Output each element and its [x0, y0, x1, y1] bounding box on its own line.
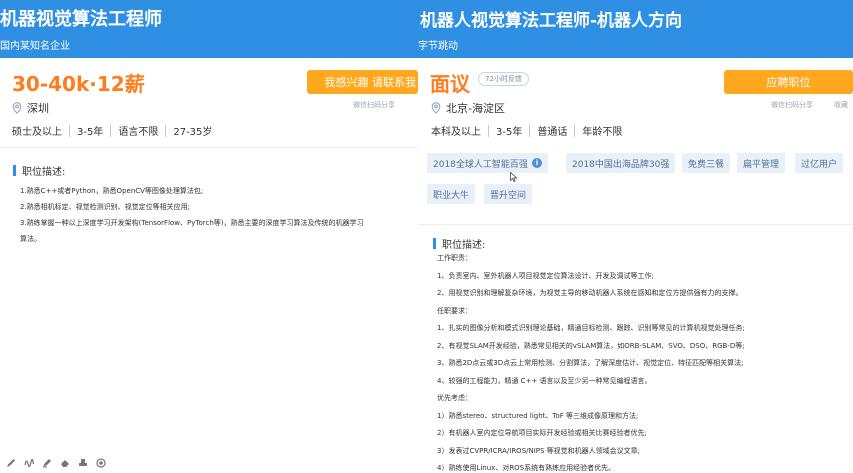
company-name[interactable]: 字节跳动 [418, 37, 458, 52]
annotation-toolbar [6, 458, 106, 468]
divider [0, 147, 418, 148]
tag-label: 职业大牛 [433, 190, 470, 201]
requirement-experience: 3-5年 [496, 127, 523, 138]
section-title-text: 职位描述: [22, 167, 66, 178]
description-line: 4、较强的工程能力，精通 C++ 语言以及至少另一种常见编程语言。 [437, 376, 652, 385]
job-requirements: 硕士及以上 3-5年 语言不限 27-35岁 [12, 123, 212, 138]
squiggle-icon[interactable] [24, 458, 34, 468]
left-job-panel: 机器视觉算法工程师 国内某知名企业 30-40k·12薪 我感兴趣 请联系我 微… [0, 0, 418, 473]
job-title: 机器视觉算法工程师 [0, 9, 162, 30]
map-pin-icon [431, 102, 441, 114]
tag-label: 免费三餐 [688, 159, 725, 170]
wechat-share-link[interactable]: 微信扫码分享 [771, 100, 813, 110]
requirement-language: 普通话 [537, 127, 568, 138]
location-text: 深圳 [27, 102, 49, 115]
tag-item[interactable]: 晋升空间 [484, 184, 533, 204]
separator [574, 124, 576, 137]
wechat-share-link[interactable]: 微信扫码分享 [353, 100, 395, 110]
separator [529, 124, 531, 137]
description-line: 优先考虑： [437, 394, 472, 402]
reply-time-badge: 72小时反馈 [478, 72, 529, 86]
tag-label: 扁平管理 [743, 159, 780, 170]
tag-label: 过亿用户 [801, 159, 838, 170]
screen: 机器视觉算法工程师 国内某知名企业 30-40k·12薪 我感兴趣 请联系我 微… [0, 0, 853, 473]
tag-item[interactable]: 2018中国出海品牌30强 [566, 153, 676, 173]
requirement-experience: 3-5年 [77, 127, 104, 138]
company-name[interactable]: 国内某知名企业 [0, 37, 70, 52]
record-icon[interactable] [96, 458, 106, 468]
requirement-education: 本科及以上 [431, 127, 481, 138]
requirement-language: 语言不限 [118, 127, 159, 138]
job-body [0, 58, 418, 473]
interest-button[interactable]: 我感兴趣 请联系我 [307, 70, 418, 94]
mouse-cursor-icon [510, 172, 518, 182]
description-line: 4）熟练使用Linux、对ROS系统有熟练应用经验者优先。 [437, 464, 616, 472]
requirement-age: 年龄不限 [582, 127, 623, 138]
section-title: 职位描述: [13, 163, 65, 178]
eraser-icon[interactable] [60, 458, 70, 468]
job-location: 深圳 [12, 100, 49, 116]
job-description: 工作职责： 1、负责室内、室外机器人项目视觉定位算法设计、开发及调试等工作; 2… [437, 250, 853, 473]
description-line: 2、有视觉SLAM开发经验，熟悉常见相关的vSLAM算法，如ORB-SLAM、S… [437, 341, 745, 350]
description-line: 算法。 [20, 235, 41, 243]
description-line: 2）有机器人室内定位导航项目实际开发经验或相关比赛经验者优先; [437, 429, 647, 437]
description-line: 工作职责： [437, 254, 472, 262]
separator [488, 124, 489, 137]
tag-label: 晋升空间 [490, 190, 527, 201]
tag-label: 2018中国出海品牌30强 [572, 159, 670, 170]
section-accent-bar [13, 165, 16, 176]
job-location: 北京-海淀区 [431, 100, 505, 116]
description-line: 1、负责室内、室外机器人项目视觉定位算法设计、开发及调试等工作; [437, 271, 654, 280]
description-line: 3、熟悉2D点云或3D点云上常用检测、分割算法，了解深度估计、视觉定位、特征匹配… [437, 359, 744, 367]
description-line: 1）熟悉stereo、structured light、ToF 等三维成像原理和… [437, 411, 639, 420]
requirement-age: 27-35岁 [173, 127, 213, 138]
separator [165, 124, 167, 137]
divider [418, 224, 853, 225]
job-description: 1.熟悉C++或者Python，熟悉OpenCV等图像处理算法包; 2.熟悉相机… [20, 183, 418, 247]
requirement-education: 硕士及以上 [12, 127, 62, 138]
description-line: 1.熟悉C++或者Python，熟悉OpenCV等图像处理算法包; [20, 187, 204, 195]
description-line: 2、用视觉识别和理解复杂环境，为视觉主导的移动机器人系统在感知和定位方提供强有力… [437, 289, 743, 297]
tag-item[interactable]: 过亿用户 [795, 153, 844, 173]
favorite-link[interactable]: 收藏 [834, 100, 848, 110]
job-requirements: 本科及以上 3-5年 普通话 年龄不限 [431, 123, 622, 138]
section-title-text: 职位描述: [442, 240, 486, 251]
tag-item[interactable]: 免费三餐 [682, 153, 731, 173]
description-line: 1、扎实的图像分析和模式识别理论基础，精通目标检测、跟踪、识别等常见的计算机视觉… [437, 324, 745, 332]
salary: 30-40k·12薪 [12, 72, 145, 96]
separator [110, 124, 112, 137]
tag-item[interactable]: 职业大牛 [427, 184, 476, 204]
pen-icon[interactable] [6, 458, 16, 468]
description-line: 任职要求： [437, 306, 472, 315]
description-line: 2.熟悉相机标定、视觉检测识别、视觉定位等相关应用; [20, 203, 191, 211]
description-line: 3）发表过CVPR/ICRA/IROS/NIPS 等视觉和机器人领域会议文章; [437, 446, 641, 455]
tag-item[interactable]: 扁平管理 [737, 153, 786, 173]
tag-item[interactable]: 2018全球人工智能百强 i [427, 153, 548, 173]
stamp-icon[interactable] [78, 458, 88, 468]
separator [69, 124, 70, 137]
section-title: 职位描述: [433, 236, 485, 251]
section-accent-bar [433, 238, 436, 249]
tag-label: 2018全球人工智能百强 [433, 159, 528, 170]
location-text: 北京-海淀区 [446, 102, 505, 115]
info-icon[interactable]: i [531, 158, 542, 168]
description-line: 3.熟练掌握一种以上深度学习开发架构(TensorFlow、PyTorch等)，… [20, 219, 364, 227]
job-title: 机器人视觉算法工程师-机器人方向 [420, 11, 683, 31]
highlighter-icon[interactable] [42, 458, 52, 468]
right-job-panel: 机器人视觉算法工程师-机器人方向 字节跳动 面议 72小时反馈 应聘职位 微信扫… [418, 0, 853, 473]
map-pin-icon [12, 102, 22, 114]
salary: 面议 [430, 72, 470, 96]
apply-button[interactable]: 应聘职位 [724, 70, 853, 94]
